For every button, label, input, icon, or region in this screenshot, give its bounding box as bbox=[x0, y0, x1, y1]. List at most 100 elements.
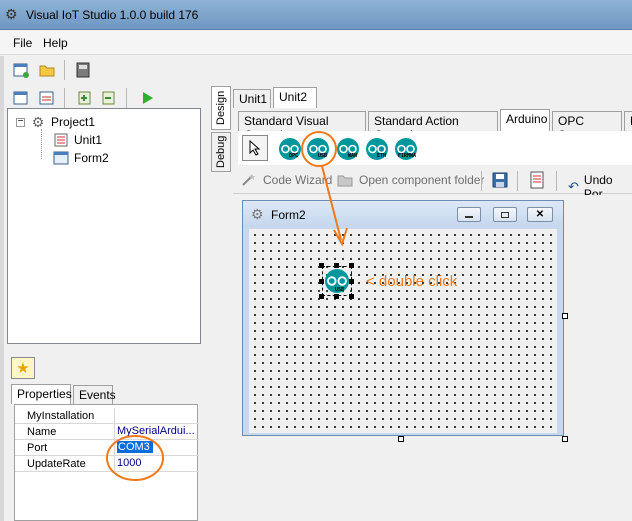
selection-handle[interactable] bbox=[334, 294, 339, 299]
palette-label: ETH bbox=[377, 153, 387, 159]
selection-handle[interactable] bbox=[349, 279, 354, 284]
remove-file-icon bbox=[102, 91, 115, 105]
prop-name: UpdateRate bbox=[27, 458, 86, 470]
add-file-icon bbox=[78, 91, 91, 105]
new-form-icon bbox=[39, 91, 54, 105]
palette-label: OPC bbox=[289, 153, 299, 159]
tree-item-label: Form2 bbox=[74, 151, 109, 165]
highlight-ellipse bbox=[106, 435, 164, 481]
tree-item-unit[interactable]: Unit1 bbox=[52, 131, 102, 149]
save-icon bbox=[492, 172, 508, 188]
prop-row-myinstallation[interactable]: MyInstallation bbox=[15, 408, 199, 424]
tab-overflow[interactable]: D bbox=[624, 111, 632, 131]
maximize-icon bbox=[501, 211, 509, 218]
selection-handle[interactable] bbox=[334, 263, 339, 268]
menu-bar: File Help bbox=[0, 31, 632, 55]
prop-name: Port bbox=[27, 442, 48, 454]
toolbar-separator bbox=[556, 171, 557, 191]
arduino-firmata-component[interactable]: FIRMWA bbox=[394, 137, 418, 161]
gear-icon: ⚙ bbox=[31, 113, 45, 130]
save-all-button[interactable] bbox=[72, 59, 94, 81]
collapse-icon[interactable]: − bbox=[16, 117, 25, 127]
form-canvas[interactable] bbox=[249, 229, 557, 433]
close-button[interactable]: ✕ bbox=[527, 207, 553, 222]
form-designer-window[interactable]: ⚙ Form2 ✕ bbox=[242, 200, 564, 436]
designer-action-bar: Code Wizard Open component folder ↶ Undo… bbox=[233, 168, 632, 201]
remove-from-project-button[interactable] bbox=[98, 87, 120, 109]
tab-events[interactable]: Events bbox=[73, 385, 116, 405]
project-tree: − ⚙ Project1 Unit1 Form2 bbox=[7, 108, 201, 344]
selection-handle[interactable] bbox=[319, 279, 324, 284]
undo-icon: ↶ bbox=[568, 179, 579, 194]
main-toolbar bbox=[0, 56, 200, 84]
resize-handle-corner[interactable] bbox=[562, 436, 568, 442]
selection-handle[interactable] bbox=[349, 294, 354, 299]
save-button[interactable] bbox=[491, 171, 509, 189]
window-edge bbox=[0, 56, 4, 521]
open-project-button[interactable] bbox=[36, 59, 58, 81]
tree-connector bbox=[41, 129, 42, 159]
selection-handle[interactable] bbox=[319, 263, 324, 268]
new-project-icon bbox=[13, 63, 29, 78]
open-folder-label: Open component folder bbox=[359, 173, 485, 187]
arduino-eth-component[interactable]: ETH bbox=[365, 137, 389, 161]
add-to-project-button[interactable] bbox=[74, 87, 96, 109]
prop-name: MyInstallation bbox=[27, 410, 95, 422]
tree-item-label: Project1 bbox=[51, 115, 96, 129]
tab-properties[interactable]: Properties bbox=[11, 384, 72, 404]
form-file-icon bbox=[52, 150, 70, 166]
star-icon: ★ bbox=[16, 360, 30, 377]
resize-handle-bottom[interactable] bbox=[398, 436, 404, 442]
form-title: Form2 bbox=[271, 208, 306, 222]
tab-opc-servers[interactable]: OPC Servers bbox=[552, 111, 622, 142]
new-project-button[interactable] bbox=[10, 59, 32, 81]
toolbar-separator bbox=[481, 171, 482, 191]
pointer-tool[interactable] bbox=[242, 135, 268, 161]
selection-handle[interactable] bbox=[349, 263, 354, 268]
folder-icon bbox=[39, 65, 55, 77]
gear-icon: ⚙ bbox=[251, 206, 264, 222]
form-title-bar[interactable]: ⚙ Form2 ✕ bbox=[243, 201, 563, 227]
tab-standard-visual-controls[interactable]: Standard Visual Controls bbox=[238, 111, 366, 142]
annotation-arrow bbox=[321, 165, 348, 247]
component-palette: OPC USB WAN ETH FIRMWA bbox=[238, 131, 632, 165]
new-form-button[interactable] bbox=[36, 87, 58, 109]
tab-arduino[interactable]: Arduino bbox=[500, 109, 550, 131]
new-unit-icon bbox=[13, 91, 28, 105]
unit-file-icon bbox=[52, 132, 70, 148]
close-icon: ✕ bbox=[535, 209, 545, 220]
minimize-icon bbox=[465, 216, 473, 218]
tree-item-project[interactable]: − ⚙ Project1 bbox=[16, 113, 95, 131]
tab-standard-action-controls[interactable]: Standard Action Controls bbox=[368, 111, 498, 142]
palette-label: WAN bbox=[348, 153, 358, 159]
menu-help[interactable]: Help bbox=[43, 36, 68, 50]
toolbar-separator bbox=[64, 60, 65, 80]
grid-divider bbox=[114, 408, 115, 424]
wand-icon bbox=[242, 174, 255, 186]
toolbar-separator bbox=[126, 88, 127, 108]
play-icon bbox=[143, 92, 153, 104]
prop-name: Name bbox=[27, 426, 57, 438]
arduino-opc-component[interactable]: OPC bbox=[278, 137, 302, 161]
favorites-button[interactable]: ★ bbox=[11, 357, 35, 379]
window-title: Visual IoT Studio 1.0.0 build 176 bbox=[26, 8, 199, 22]
tab-unit1[interactable]: Unit1 bbox=[233, 89, 271, 108]
tree-item-form[interactable]: Form2 bbox=[52, 149, 109, 167]
run-button[interactable] bbox=[136, 87, 158, 109]
menu-file[interactable]: File bbox=[13, 36, 32, 50]
new-unit-button[interactable] bbox=[10, 87, 32, 109]
tab-design[interactable]: Design bbox=[211, 86, 231, 130]
form-to-unit-button[interactable] bbox=[528, 171, 546, 189]
selection-handle[interactable] bbox=[319, 294, 324, 299]
palette-label: USB bbox=[335, 287, 345, 293]
cursor-icon bbox=[249, 140, 261, 156]
maximize-button[interactable] bbox=[493, 207, 517, 222]
tab-unit2[interactable]: Unit2 bbox=[273, 87, 317, 108]
placed-usb-component[interactable]: USB bbox=[322, 266, 352, 296]
minimize-button[interactable] bbox=[457, 207, 481, 222]
open-component-folder-button[interactable]: Open component folder bbox=[337, 173, 484, 187]
highlight-circle bbox=[301, 131, 337, 167]
resize-handle-right[interactable] bbox=[562, 313, 568, 319]
tab-debug[interactable]: Debug bbox=[211, 132, 231, 172]
toolbar-separator bbox=[64, 88, 65, 108]
